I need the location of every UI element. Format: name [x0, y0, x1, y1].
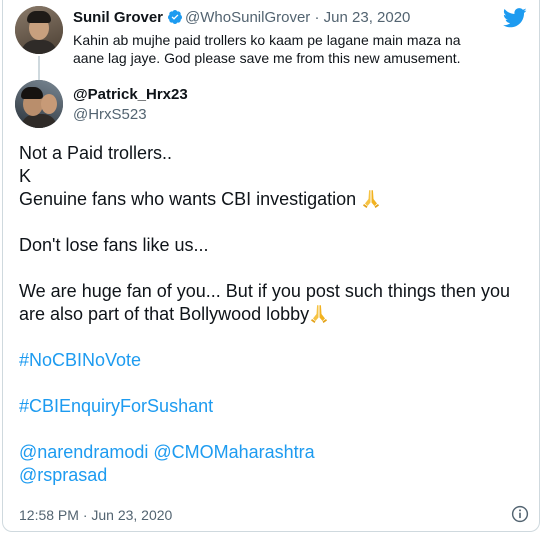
hashtag-link[interactable]: #CBIEnquiryForSushant: [19, 396, 213, 416]
tweet-line-text: We are huge fan of you... But if you pos…: [19, 281, 510, 324]
parent-tweet-text: Kahin ab mujhe paid trollers ko kaam pe …: [73, 32, 461, 66]
mention-link[interactable]: @CMOMaharashtra: [153, 442, 314, 462]
tweet-line: Not a Paid trollers..: [19, 143, 173, 163]
tweet-timestamp[interactable]: 12:58 PM · Jun 23, 2020: [19, 506, 172, 524]
parent-avatar[interactable]: [15, 6, 63, 54]
parent-tweet[interactable]: Sunil Grover @WhoSunilGrover · Jun 23, 20…: [3, 0, 539, 80]
verified-badge-icon: [168, 10, 183, 24]
parent-author-name[interactable]: Sunil Grover: [73, 9, 163, 26]
tweet-card: Sunil Grover @WhoSunilGrover · Jun 23, 20…: [2, 0, 540, 532]
hashtag-link[interactable]: #NoCBINoVote: [19, 350, 141, 370]
folded-hands-emoji-icon: [311, 305, 328, 323]
tweet-line-text: Genuine fans who wants CBI investigation: [19, 189, 362, 209]
folded-hands-emoji-icon: [363, 190, 380, 208]
twitter-bird-icon[interactable]: [503, 8, 527, 28]
parent-header: Sunil Grover @WhoSunilGrover · Jun 23, 20…: [73, 9, 410, 27]
author-name[interactable]: @Patrick_Hrx23: [73, 86, 188, 104]
tweet-line: K: [19, 166, 32, 186]
tweet-line: Genuine fans who wants CBI investigation: [19, 188, 519, 211]
info-icon[interactable]: [511, 505, 529, 523]
author-avatar[interactable]: [15, 80, 63, 128]
author-name-text[interactable]: @Patrick_Hrx23: [73, 86, 188, 103]
mention-link[interactable]: @rsprasad: [19, 465, 107, 485]
tweet-body: Not a Paid trollers.. K Genuine fans who…: [19, 142, 519, 487]
parent-date[interactable]: Jun 23, 2020: [324, 9, 411, 26]
tweet-line: We are huge fan of you... But if you pos…: [19, 280, 519, 326]
reply-thread-line: [38, 56, 40, 80]
separator-dot: ·: [314, 9, 320, 26]
author-handle[interactable]: @HrxS523: [73, 106, 147, 124]
parent-author-handle[interactable]: @WhoSunilGrover: [185, 9, 310, 26]
mention-link[interactable]: @narendramodi: [19, 442, 148, 462]
tweet-line: Don't lose fans like us...: [19, 235, 209, 255]
